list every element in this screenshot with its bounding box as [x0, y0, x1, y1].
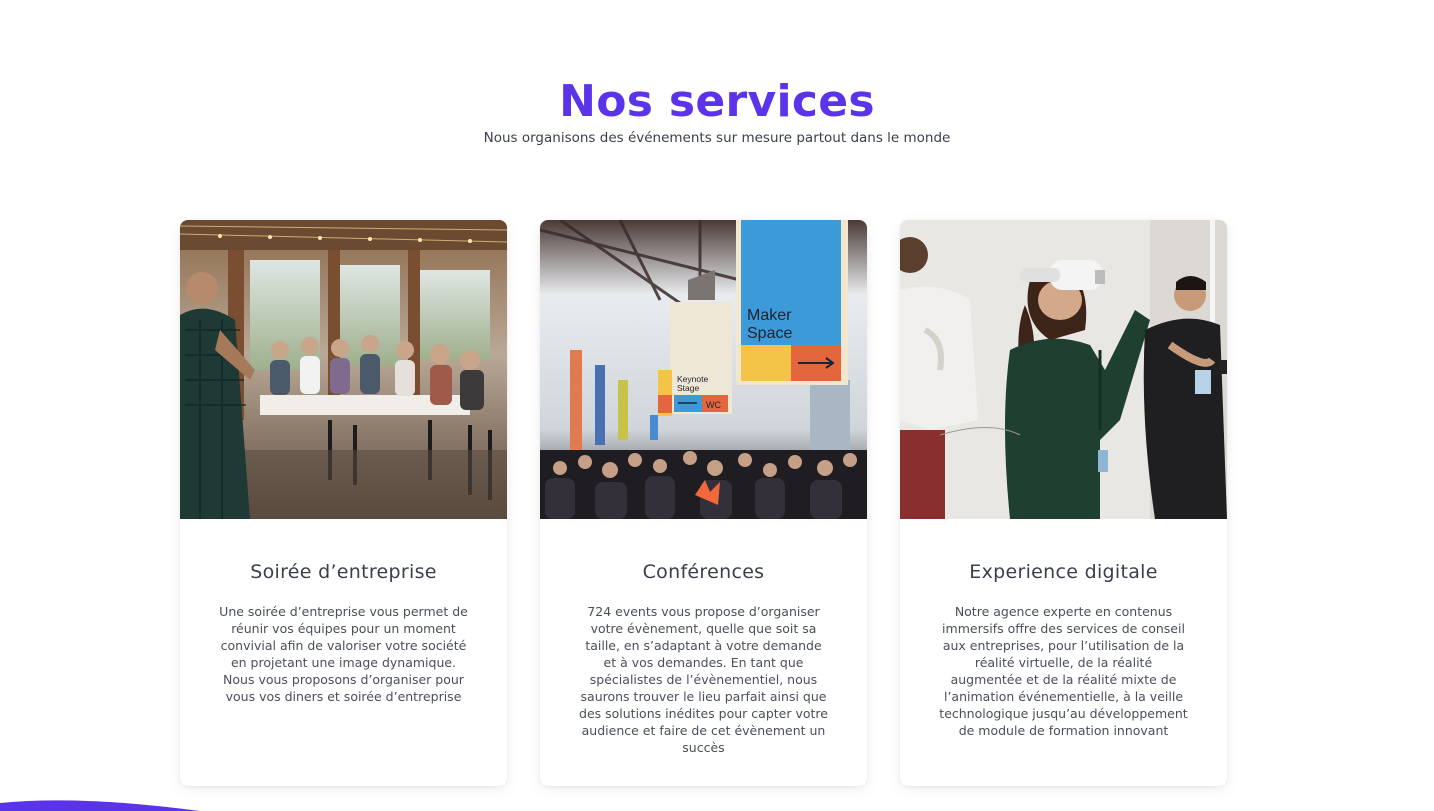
svg-text:WC: WC: [706, 400, 721, 410]
card-description: 724 events vous propose d’organiser votr…: [579, 604, 828, 755]
section-title: Nos services: [559, 76, 875, 127]
service-card-soiree[interactable]: Soirée d’entreprise Une soirée d’entrepr…: [180, 220, 507, 786]
vr-photo: [900, 220, 1227, 519]
section-subtitle: Nous organisons des événements sur mesur…: [483, 130, 951, 146]
sign-maker-space: Maker: [747, 307, 792, 324]
card-title: Soirée d’entreprise: [250, 561, 437, 583]
decorative-wave: [0, 800, 200, 811]
card-description: Une soirée d’entreprise vous permet de r…: [219, 604, 468, 704]
card-title: Conférences: [642, 561, 765, 583]
service-card-experience-digitale[interactable]: Experience digitale Notre agence experte…: [900, 220, 1227, 786]
services-page: Nos services Nous organisons des événeme…: [0, 0, 1434, 811]
service-card-conferences[interactable]: Maker Space Keynote Stage WC Conférences…: [540, 220, 867, 786]
svg-text:Stage: Stage: [677, 383, 699, 393]
card-description: Notre agence experte en contenus immersi…: [939, 604, 1188, 738]
soiree-photo: [180, 220, 507, 519]
conference-photo: Maker Space Keynote Stage WC: [540, 220, 867, 519]
svg-text:Space: Space: [747, 325, 792, 342]
services-cards: Soirée d’entreprise Une soirée d’entrepr…: [180, 220, 1227, 786]
card-title: Experience digitale: [969, 561, 1158, 583]
